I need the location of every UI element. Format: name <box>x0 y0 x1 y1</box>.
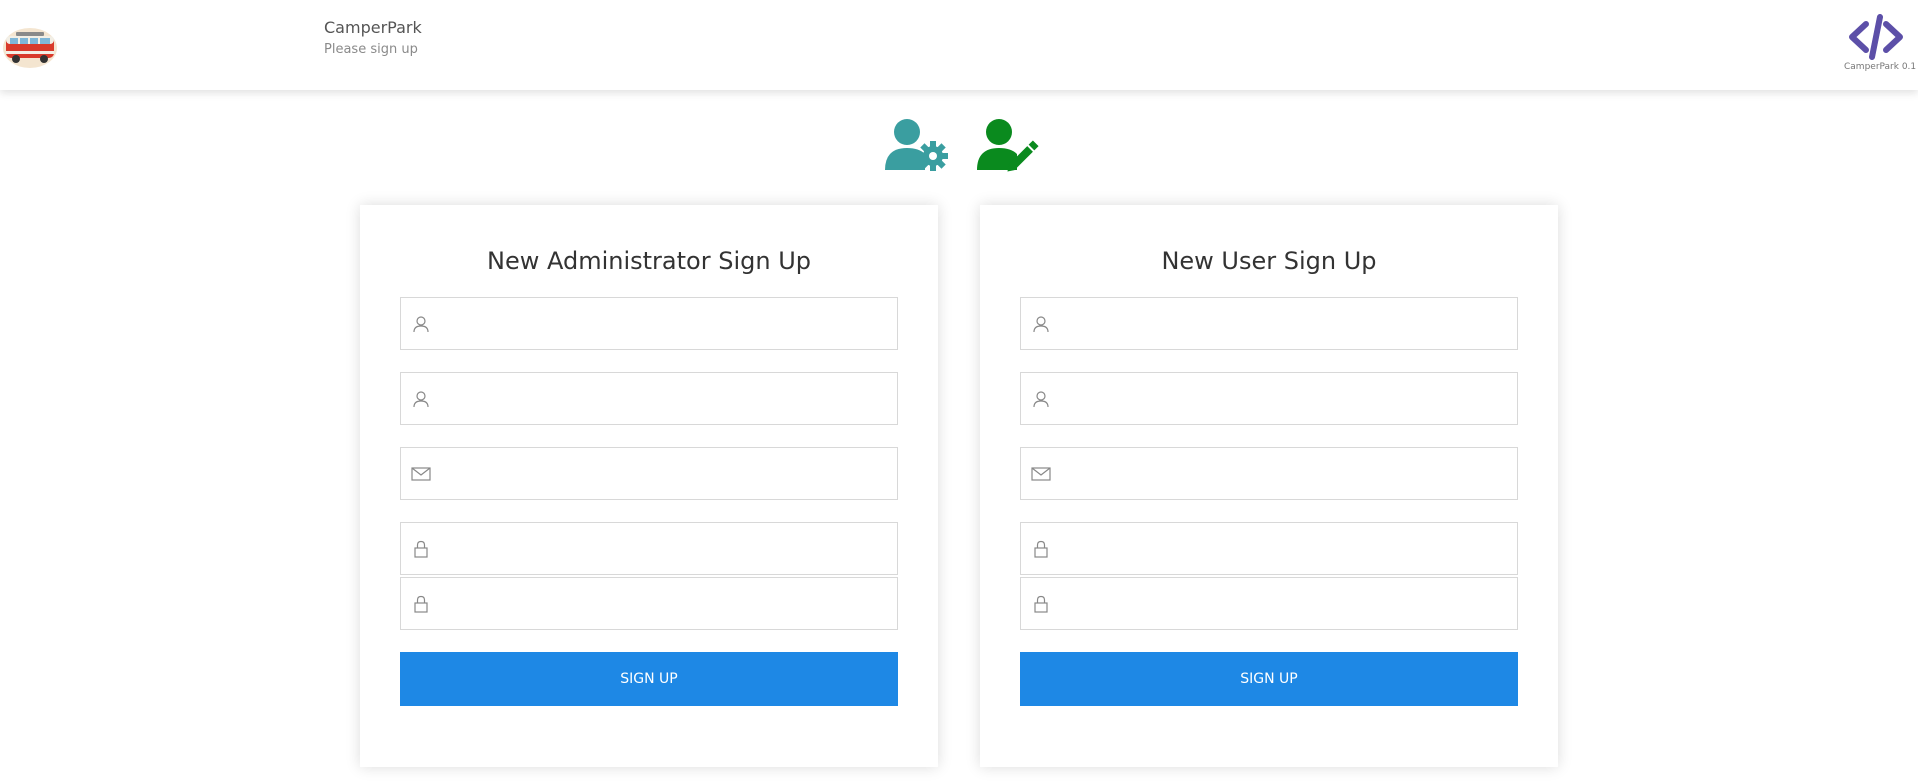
user-signup-card: New User Sign Up SIGN UP <box>980 205 1558 767</box>
page-subtitle: Please sign up <box>324 42 418 57</box>
admin-first-name-field[interactable] <box>400 297 898 351</box>
camper-van-icon[interactable] <box>2 18 58 74</box>
user-password-input[interactable] <box>1063 523 1507 576</box>
role-icons <box>885 118 1045 172</box>
user-password-field[interactable] <box>1020 522 1518 576</box>
app-title: CamperPark <box>324 18 422 37</box>
user-confirm-password-input[interactable] <box>1063 578 1507 631</box>
envelope-icon <box>1031 467 1051 481</box>
user-icon <box>413 316 429 333</box>
admin-last-name-field[interactable] <box>400 372 898 426</box>
admin-sign-up-button[interactable]: SIGN UP <box>400 652 898 706</box>
user-first-name-field[interactable] <box>1020 297 1518 351</box>
user-signup-title: New User Sign Up <box>1161 247 1377 275</box>
user-email-input[interactable] <box>1063 448 1507 501</box>
user-gear-icon <box>885 119 948 171</box>
lock-icon <box>1034 540 1048 558</box>
version-badge[interactable]: CamperPark 0.1 <box>1844 14 1917 72</box>
user-sign-up-button[interactable]: SIGN UP <box>1020 652 1518 706</box>
admin-email-input[interactable] <box>443 448 887 501</box>
admin-password-field[interactable] <box>400 522 898 576</box>
user-icon <box>413 391 429 408</box>
admin-signup-title: New Administrator Sign Up <box>487 247 811 275</box>
admin-email-field[interactable] <box>400 447 898 501</box>
user-last-name-field[interactable] <box>1020 372 1518 426</box>
user-edit-icon <box>977 119 1039 172</box>
user-icon <box>1033 316 1049 333</box>
admin-last-name-input[interactable] <box>443 373 887 426</box>
admin-confirm-password-input[interactable] <box>443 578 887 631</box>
user-email-field[interactable] <box>1020 447 1518 501</box>
code-brackets-icon <box>1849 14 1903 60</box>
version-label: CamperPark 0.1 <box>1844 62 1917 72</box>
admin-signup-card: New Administrator Sign Up SIGN UP <box>360 205 938 767</box>
admin-password-input[interactable] <box>443 523 887 576</box>
lock-icon <box>414 595 428 613</box>
user-icon <box>1033 391 1049 408</box>
user-confirm-password-field[interactable] <box>1020 577 1518 631</box>
user-last-name-input[interactable] <box>1063 373 1507 426</box>
lock-icon <box>1034 595 1048 613</box>
admin-first-name-input[interactable] <box>443 298 887 351</box>
envelope-icon <box>411 467 431 481</box>
admin-confirm-password-field[interactable] <box>400 577 898 631</box>
lock-icon <box>414 540 428 558</box>
user-first-name-input[interactable] <box>1063 298 1507 351</box>
top-header: CamperPark Please sign up CamperPark 0.1 <box>0 0 1918 90</box>
